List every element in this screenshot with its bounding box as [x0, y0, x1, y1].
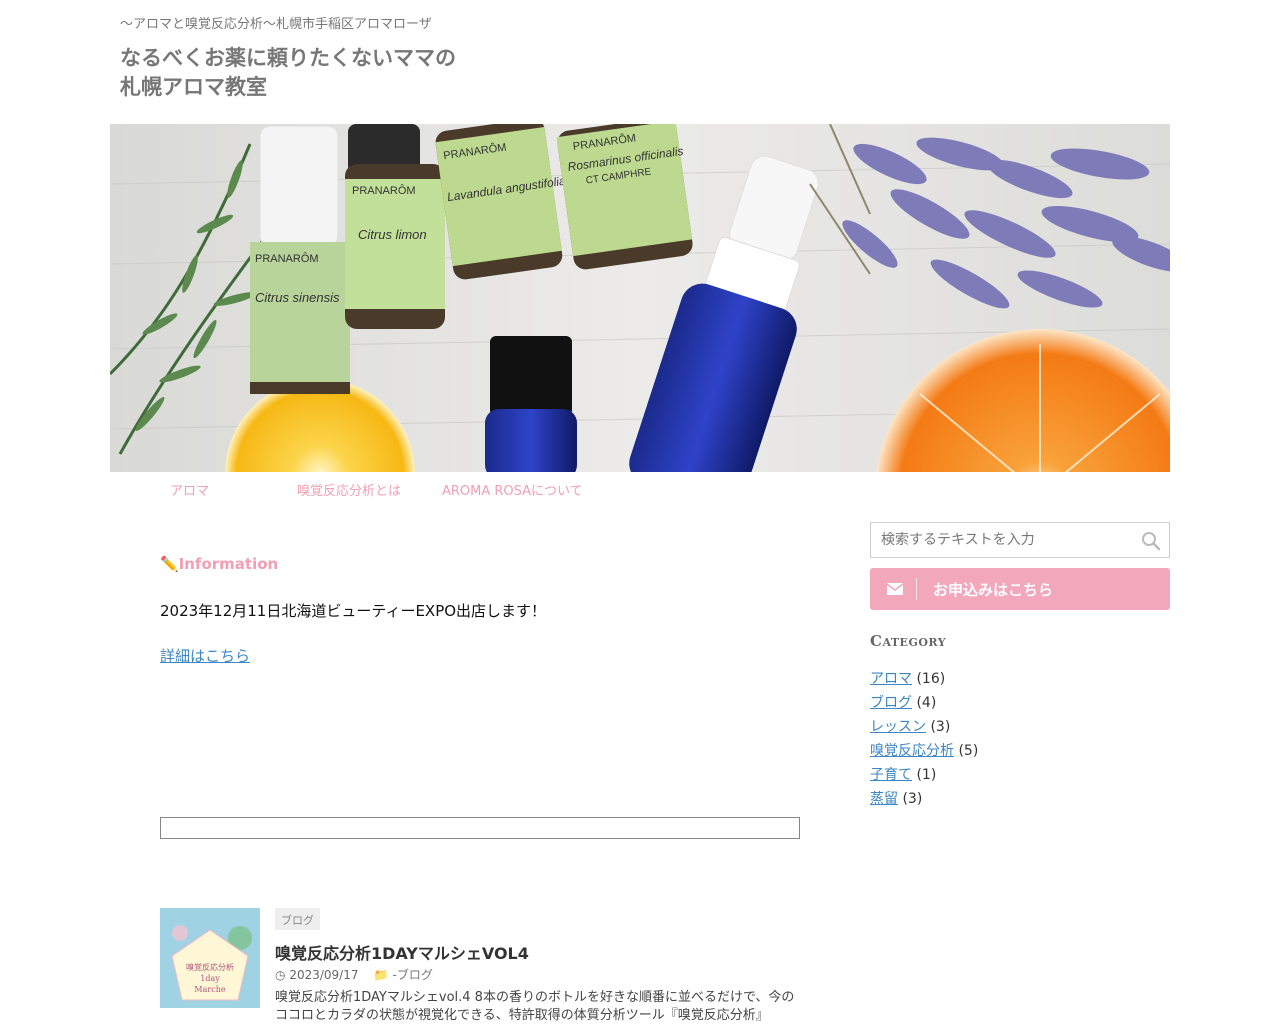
blog-post-card: 嗅覚反応分析 1day Marche ブログ 嗅覚反応分析1DAYマルシェVOL…	[160, 908, 800, 1024]
category-link-blog[interactable]: ブログ	[870, 695, 912, 711]
hero-illustration: PRANARÔM Citrus sinensis PRANARÔM Citrus…	[110, 124, 1170, 472]
blue-dropper-bottle	[485, 336, 577, 472]
svg-text:PRANARÔM: PRANARÔM	[352, 184, 416, 197]
search-input[interactable]	[871, 523, 1133, 557]
post-date: 2023/09/17	[289, 968, 359, 982]
information-text: 2023年12月11日北海道ビューティーEXPO出店します！	[160, 602, 547, 620]
category-link-aroma[interactable]: アロマ	[870, 671, 912, 687]
apply-separator	[916, 578, 917, 600]
post-thumbnail-image: 嗅覚反応分析 1day Marche	[160, 908, 260, 1008]
hero-banner: PRANARÔM Citrus sinensis PRANARÔM Citrus…	[110, 124, 1170, 472]
category-item: 蒸留 (3)	[870, 788, 978, 812]
svg-text:嗅覚反応分析: 嗅覚反応分析	[186, 962, 234, 972]
search-form	[870, 522, 1170, 558]
category-list: アロマ (16) ブログ (4) レッスン (3) 嗅覚反応分析 (5) 子育て…	[870, 668, 978, 812]
svg-text:Citrus sinensis: Citrus sinensis	[255, 290, 340, 305]
category-link-distillation[interactable]: 蒸留	[870, 791, 898, 807]
svg-text:1day: 1day	[200, 974, 220, 983]
details-link[interactable]: 詳細はこちら	[160, 645, 250, 666]
information-heading: ✏️Information	[160, 555, 279, 573]
category-link-lesson[interactable]: レッスン	[870, 719, 926, 735]
main-nav: アロマ 嗅覚反応分析とは AROMA ROSAについて	[110, 480, 1170, 504]
svg-text:Marche: Marche	[194, 985, 225, 994]
svg-text:PRANARÔM: PRANARÔM	[255, 252, 319, 265]
category-count: (4)	[916, 695, 937, 711]
category-count: (3)	[902, 791, 923, 807]
site-title-line2: 札幌アロマ教室	[120, 75, 267, 99]
apply-label: お申込みはこちら	[933, 581, 1054, 599]
category-link-olfactory-analysis[interactable]: 嗅覚反応分析	[870, 743, 954, 759]
category-heading: Category	[870, 632, 947, 650]
bottle-rosmarinus: PRANARÔM Rosmarinus officinalis CT CAMPH…	[556, 124, 693, 270]
site-title-line1: なるべくお薬に頼りたくないママの	[120, 46, 456, 70]
nav-item-olfactory-analysis[interactable]: 嗅覚反応分析とは	[297, 480, 401, 499]
svg-text:Citrus limon: Citrus limon	[358, 227, 427, 242]
category-item: アロマ (16)	[870, 668, 978, 692]
apply-button[interactable]: お申込みはこちら	[870, 568, 1170, 610]
category-link-parenting[interactable]: 子育て	[870, 767, 912, 783]
category-item: レッスン (3)	[870, 716, 978, 740]
category-count: (5)	[958, 743, 979, 759]
site-tagline: 〜アロマと嗅覚反応分析〜札幌市手稲区アロマローザ	[120, 17, 432, 32]
category-item: 子育て (1)	[870, 764, 978, 788]
category-item: 嗅覚反応分析 (5)	[870, 740, 978, 764]
search-icon[interactable]	[1141, 531, 1161, 551]
nav-item-about-aroma-rosa[interactable]: AROMA ROSAについて	[442, 480, 583, 499]
category-item: ブログ (4)	[870, 692, 978, 716]
clock-icon: ◷	[275, 968, 286, 982]
post-thumbnail[interactable]: 嗅覚反応分析 1day Marche	[160, 908, 260, 1008]
nav-item-aroma[interactable]: アロマ	[170, 480, 209, 499]
post-title[interactable]: 嗅覚反応分析1DAYマルシェVOL4	[275, 940, 529, 964]
post-category-link[interactable]: -ブログ	[393, 968, 433, 982]
post-excerpt: 嗅覚反応分析1DAYマルシェvol.4 8本の香りのボトルを好きな順番に並べるだ…	[275, 990, 795, 1023]
empty-content-box	[160, 817, 800, 839]
site-title[interactable]: なるべくお薬に頼りたくないママの 札幌アロマ教室	[120, 44, 456, 102]
bottle-citrus-sinensis: PRANARÔM Citrus sinensis	[250, 125, 350, 394]
category-count: (3)	[930, 719, 951, 735]
category-count: (16)	[916, 671, 946, 687]
envelope-icon	[886, 581, 904, 597]
folder-icon: 📁	[373, 968, 389, 982]
post-meta: ◷ 2023/09/17 📁 -ブログ	[275, 966, 433, 983]
category-count: (1)	[916, 767, 937, 783]
post-category-badge[interactable]: ブログ	[275, 908, 320, 930]
